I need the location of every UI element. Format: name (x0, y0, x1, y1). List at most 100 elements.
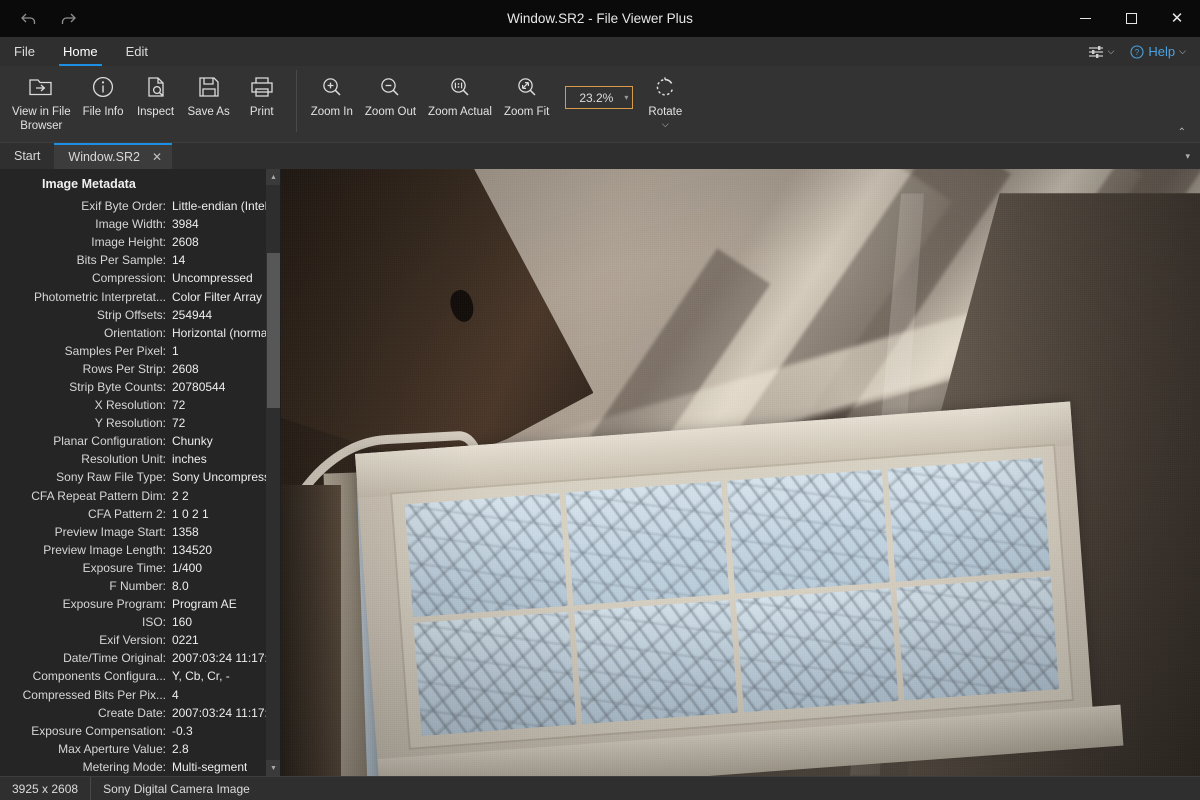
metadata-row[interactable]: Metering Mode: Multi-segment (0, 758, 281, 776)
close-button[interactable]: ✕ (1154, 0, 1200, 37)
metadata-key: Exif Version: (99, 633, 166, 648)
maximize-button[interactable] (1108, 0, 1154, 37)
photo-canvas[interactable] (281, 169, 1200, 776)
metadata-row[interactable]: F Number: 8.0 (0, 577, 281, 595)
settings-sliders-button[interactable]: ⌵ (1082, 43, 1121, 61)
metadata-row[interactable]: Strip Byte Counts: 20780544 (0, 378, 281, 396)
metadata-row[interactable]: Sony Raw File Type: Sony Uncompressed 14.… (0, 468, 281, 486)
menu-item-file[interactable]: File (0, 37, 49, 66)
metadata-row[interactable]: Exposure Compensation: -0.3 (0, 722, 281, 740)
metadata-key: Max Aperture Value: (58, 741, 166, 756)
metadata-key: Preview Image Length: (43, 542, 166, 557)
metadata-key: Metering Mode: (82, 759, 166, 774)
undo-arrow-icon[interactable] (14, 6, 42, 32)
metadata-value: 1358 (172, 524, 199, 539)
print-button[interactable]: Print (236, 66, 288, 119)
scrollbar-thumb[interactable] (267, 253, 280, 408)
metadata-row[interactable]: CFA Repeat Pattern Dim: 2 2 (0, 487, 281, 505)
zoom-out-button[interactable]: Zoom Out (359, 66, 422, 119)
metadata-key: Image Width: (95, 217, 166, 232)
metadata-value: 160 (172, 615, 193, 630)
metadata-row[interactable]: Max Aperture Value: 2.8 (0, 740, 281, 758)
zoom-level-combobox[interactable]: 23.2% ▾ (565, 86, 634, 109)
metadata-value: 1 0 2 1 (172, 506, 209, 521)
metadata-row[interactable]: Compression: Uncompressed (0, 269, 281, 287)
image-viewer[interactable] (281, 169, 1200, 776)
metadata-key: CFA Repeat Pattern Dim: (31, 488, 166, 503)
tab-start[interactable]: Start (0, 143, 54, 169)
metadata-key: Resolution Unit: (81, 452, 166, 467)
info-circle-icon (90, 72, 116, 102)
metadata-row[interactable]: CFA Pattern 2: 1 0 2 1 (0, 505, 281, 523)
metadata-value: Sony Uncompressed 14... (172, 470, 281, 485)
metadata-row[interactable]: ISO: 160 (0, 613, 281, 631)
tab-window-sr2-label: Window.SR2 (68, 150, 140, 164)
save-as-button[interactable]: Save As (182, 66, 236, 119)
metadata-row[interactable]: Image Height: 2608 (0, 233, 281, 251)
metadata-value: 134520 (172, 542, 213, 557)
floppy-disk-icon (196, 72, 222, 102)
rotate-button[interactable]: Rotate ⌵ (639, 66, 691, 129)
metadata-row[interactable]: Samples Per Pixel: 1 (0, 342, 281, 360)
metadata-row[interactable]: Exif Version: 0221 (0, 631, 281, 649)
document-magnifier-icon (143, 72, 169, 102)
menu-bar: File Home Edit ⌵ ? Help ⌵ (0, 37, 1200, 66)
inspect-button[interactable]: Inspect (130, 66, 182, 119)
file-info-button[interactable]: File Info (77, 66, 130, 119)
metadata-row[interactable]: Create Date: 2007:03:24 11:17:27 (0, 704, 281, 722)
metadata-row[interactable]: Compressed Bits Per Pix... 4 (0, 686, 281, 704)
metadata-row[interactable]: Exposure Time: 1/400 (0, 559, 281, 577)
title-bar: Window.SR2 - File Viewer Plus ✕ (0, 0, 1200, 37)
menu-item-home[interactable]: Home (49, 37, 112, 66)
metadata-key: Sony Raw File Type: (56, 470, 166, 485)
zoom-in-button[interactable]: Zoom In (305, 66, 359, 119)
minimize-button[interactable] (1062, 0, 1108, 37)
metadata-value: Horizontal (normal) (172, 325, 275, 340)
image-metadata-panel: Image Metadata Exif Byte Order: Little-en… (0, 169, 281, 776)
metadata-row[interactable]: Image Width: 3984 (0, 215, 281, 233)
status-bar: 3925 x 2608 Sony Digital Camera Image (0, 776, 1200, 800)
metadata-row[interactable]: Date/Time Original: 2007:03:24 11:17:27 (0, 649, 281, 667)
view-in-file-browser-button[interactable]: View in File Browser (6, 66, 77, 134)
metadata-row[interactable]: Components Configura... Y, Cb, Cr, - (0, 667, 281, 685)
scroll-down-arrow-icon[interactable]: ▼ (266, 760, 281, 776)
metadata-row[interactable]: Preview Image Length: 134520 (0, 541, 281, 559)
maximize-icon (1125, 13, 1137, 24)
metadata-row[interactable]: Planar Configuration: Chunky (0, 432, 281, 450)
metadata-row[interactable]: Bits Per Sample: 14 (0, 251, 281, 269)
metadata-row[interactable]: Exposure Program: Program AE (0, 595, 281, 613)
tab-close-icon[interactable]: ✕ (150, 150, 164, 164)
metadata-row[interactable]: X Resolution: 72 (0, 396, 281, 414)
zoom-chevron-down-icon: ▾ (624, 93, 629, 102)
metadata-row[interactable]: Strip Offsets: 254944 (0, 306, 281, 324)
metadata-row[interactable]: Orientation: Horizontal (normal) (0, 324, 281, 342)
metadata-row[interactable]: Y Resolution: 72 (0, 414, 281, 432)
document-tab-bar: Start Window.SR2 ✕ ▾ (0, 142, 1200, 169)
menu-item-edit[interactable]: Edit (112, 37, 162, 66)
scrollbar-track[interactable] (266, 185, 281, 760)
metadata-row[interactable]: Photometric Interpretat... Color Filter A… (0, 287, 281, 305)
scroll-up-arrow-icon[interactable]: ▲ (266, 169, 281, 185)
help-button[interactable]: ? Help ⌵ (1126, 42, 1190, 61)
metadata-value: -0.3 (172, 723, 193, 738)
metadata-scroll-area[interactable]: Image Metadata Exif Byte Order: Little-en… (0, 169, 281, 776)
metadata-vertical-scrollbar[interactable]: ▲ ▼ (266, 169, 281, 776)
metadata-row[interactable]: Exif Byte Order: Little-endian (Intel, II… (0, 197, 281, 215)
zoom-actual-button[interactable]: Zoom Actual (422, 66, 498, 119)
metadata-row[interactable]: Rows Per Strip: 2608 (0, 360, 281, 378)
metadata-value: Multi-segment (172, 759, 248, 774)
metadata-value: 2007:03:24 11:17:27 (172, 651, 281, 666)
zoom-fit-button[interactable]: Zoom Fit (498, 66, 555, 119)
ribbon-collapse-icon[interactable]: ⌃ (1172, 125, 1192, 140)
tab-overflow-chevron-down-icon[interactable]: ▾ (1175, 143, 1200, 169)
metadata-row[interactable]: Resolution Unit: inches (0, 450, 281, 468)
metadata-key: Date/Time Original: (63, 651, 166, 666)
photo-grain (281, 169, 1200, 776)
metadata-row[interactable]: Preview Image Start: 1358 (0, 523, 281, 541)
redo-arrow-icon[interactable] (54, 6, 82, 32)
close-icon: ✕ (1170, 10, 1184, 27)
tab-window-sr2[interactable]: Window.SR2 ✕ (54, 143, 172, 169)
metadata-value: 4 (172, 687, 179, 702)
metadata-value: 2608 (172, 235, 199, 250)
zoom-fit-label: Zoom Fit (503, 106, 550, 118)
